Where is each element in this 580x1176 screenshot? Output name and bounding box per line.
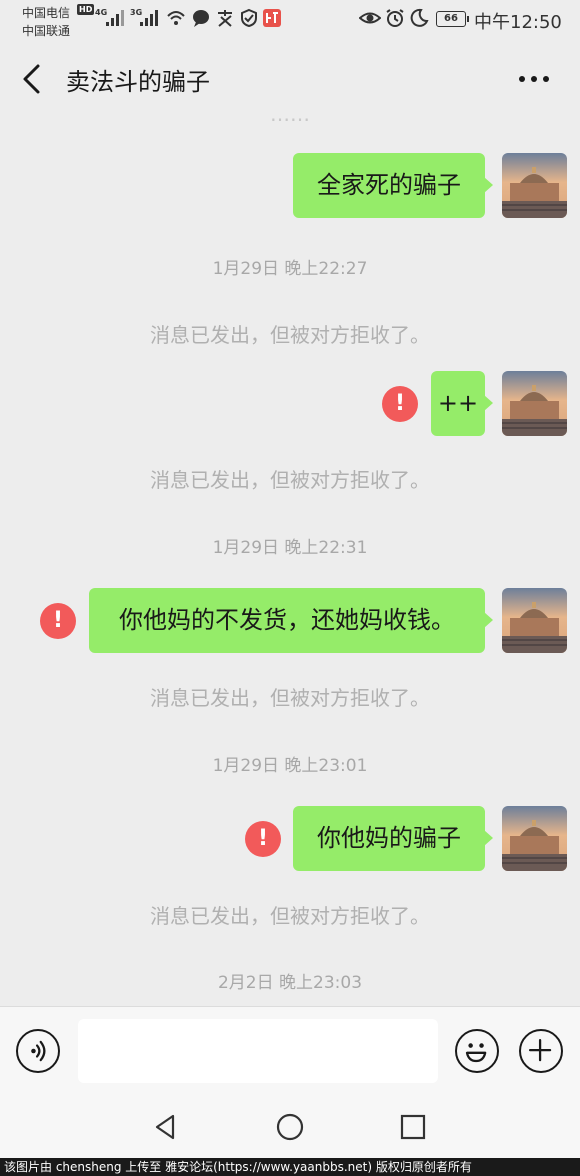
system-navigation-bar <box>0 1098 580 1158</box>
alarm-icon <box>386 9 404 27</box>
radio-app-icon <box>263 9 281 27</box>
eye-icon <box>359 12 381 24</box>
avatar[interactable] <box>502 806 567 871</box>
hd-badge: HD <box>77 4 95 15</box>
timestamp: 1月29日 晚上23:01 <box>212 756 368 776</box>
chat-title: 卖法斗的骗子 <box>66 68 210 96</box>
clipped-text: …… <box>0 114 580 124</box>
clipped-previous-message: …… <box>0 114 580 124</box>
error-icon[interactable]: ! <box>245 821 281 857</box>
watermark-caption: 该图片由 chensheng 上传至 雅安论坛(https://www.yaan… <box>0 1158 580 1176</box>
timestamp: 2月2日 晚上23:03 <box>217 973 363 993</box>
triangle-back-icon[interactable] <box>151 1112 181 1142</box>
error-icon[interactable]: ! <box>40 603 76 639</box>
carrier-1-label: 中国电信 <box>22 6 71 20</box>
plus-icon[interactable] <box>519 1029 563 1073</box>
shield-check-icon <box>241 8 257 28</box>
system-note: 消息已发出，但被对方拒收了。 <box>150 468 430 492</box>
message-input[interactable] <box>78 1019 438 1083</box>
wifi-icon <box>167 11 185 25</box>
chat-header: 卖法斗的骗子 <box>0 44 580 114</box>
signal-2-icon <box>140 10 160 26</box>
sent-message-bubble[interactable]: 你他妈的不发货，还她妈收钱。 <box>89 588 493 653</box>
system-note: 消息已发出，但被对方拒收了。 <box>150 904 430 928</box>
sent-message-bubble[interactable]: ++ <box>431 371 493 436</box>
status-clock: 中午12:50 <box>474 12 562 33</box>
emoji-icon[interactable] <box>455 1029 499 1073</box>
avatar[interactable] <box>502 588 567 653</box>
message-icon <box>193 10 209 27</box>
avatar[interactable] <box>502 371 567 436</box>
more-dots-icon[interactable] <box>512 62 556 96</box>
carrier-2-label: 中国联通 <box>22 24 71 38</box>
circle-home-icon[interactable] <box>275 1112 305 1142</box>
sent-message-bubble[interactable]: 全家死的骗子 <box>293 153 493 218</box>
system-note: 消息已发出，但被对方拒收了。 <box>150 323 430 347</box>
system-note: 消息已发出，但被对方拒收了。 <box>150 686 430 710</box>
chevron-left-icon[interactable] <box>14 61 50 97</box>
timestamp: 1月29日 晚上22:27 <box>212 259 368 279</box>
timestamp: 1月29日 晚上22:31 <box>212 538 368 558</box>
signal-1-icon <box>106 10 126 26</box>
input-bar <box>0 1006 580 1098</box>
status-bar: 中国电信 HD 中国联通 4G 3G 66 中午12:50 <box>0 0 580 44</box>
avatar[interactable] <box>502 153 567 218</box>
chat-message-list[interactable]: …… 全家死的骗子 1月29日 晚上22:27 消息已发出，但被对方拒收了。 <box>0 114 580 1006</box>
error-icon[interactable]: ! <box>382 386 418 422</box>
app-notification-icon <box>218 10 232 27</box>
battery-indicator: 66 <box>436 11 469 27</box>
sent-message-bubble[interactable]: 你他妈的骗子 <box>293 806 493 871</box>
square-recent-icon[interactable] <box>398 1112 428 1142</box>
moon-icon <box>410 8 429 27</box>
voice-icon[interactable] <box>16 1029 60 1073</box>
